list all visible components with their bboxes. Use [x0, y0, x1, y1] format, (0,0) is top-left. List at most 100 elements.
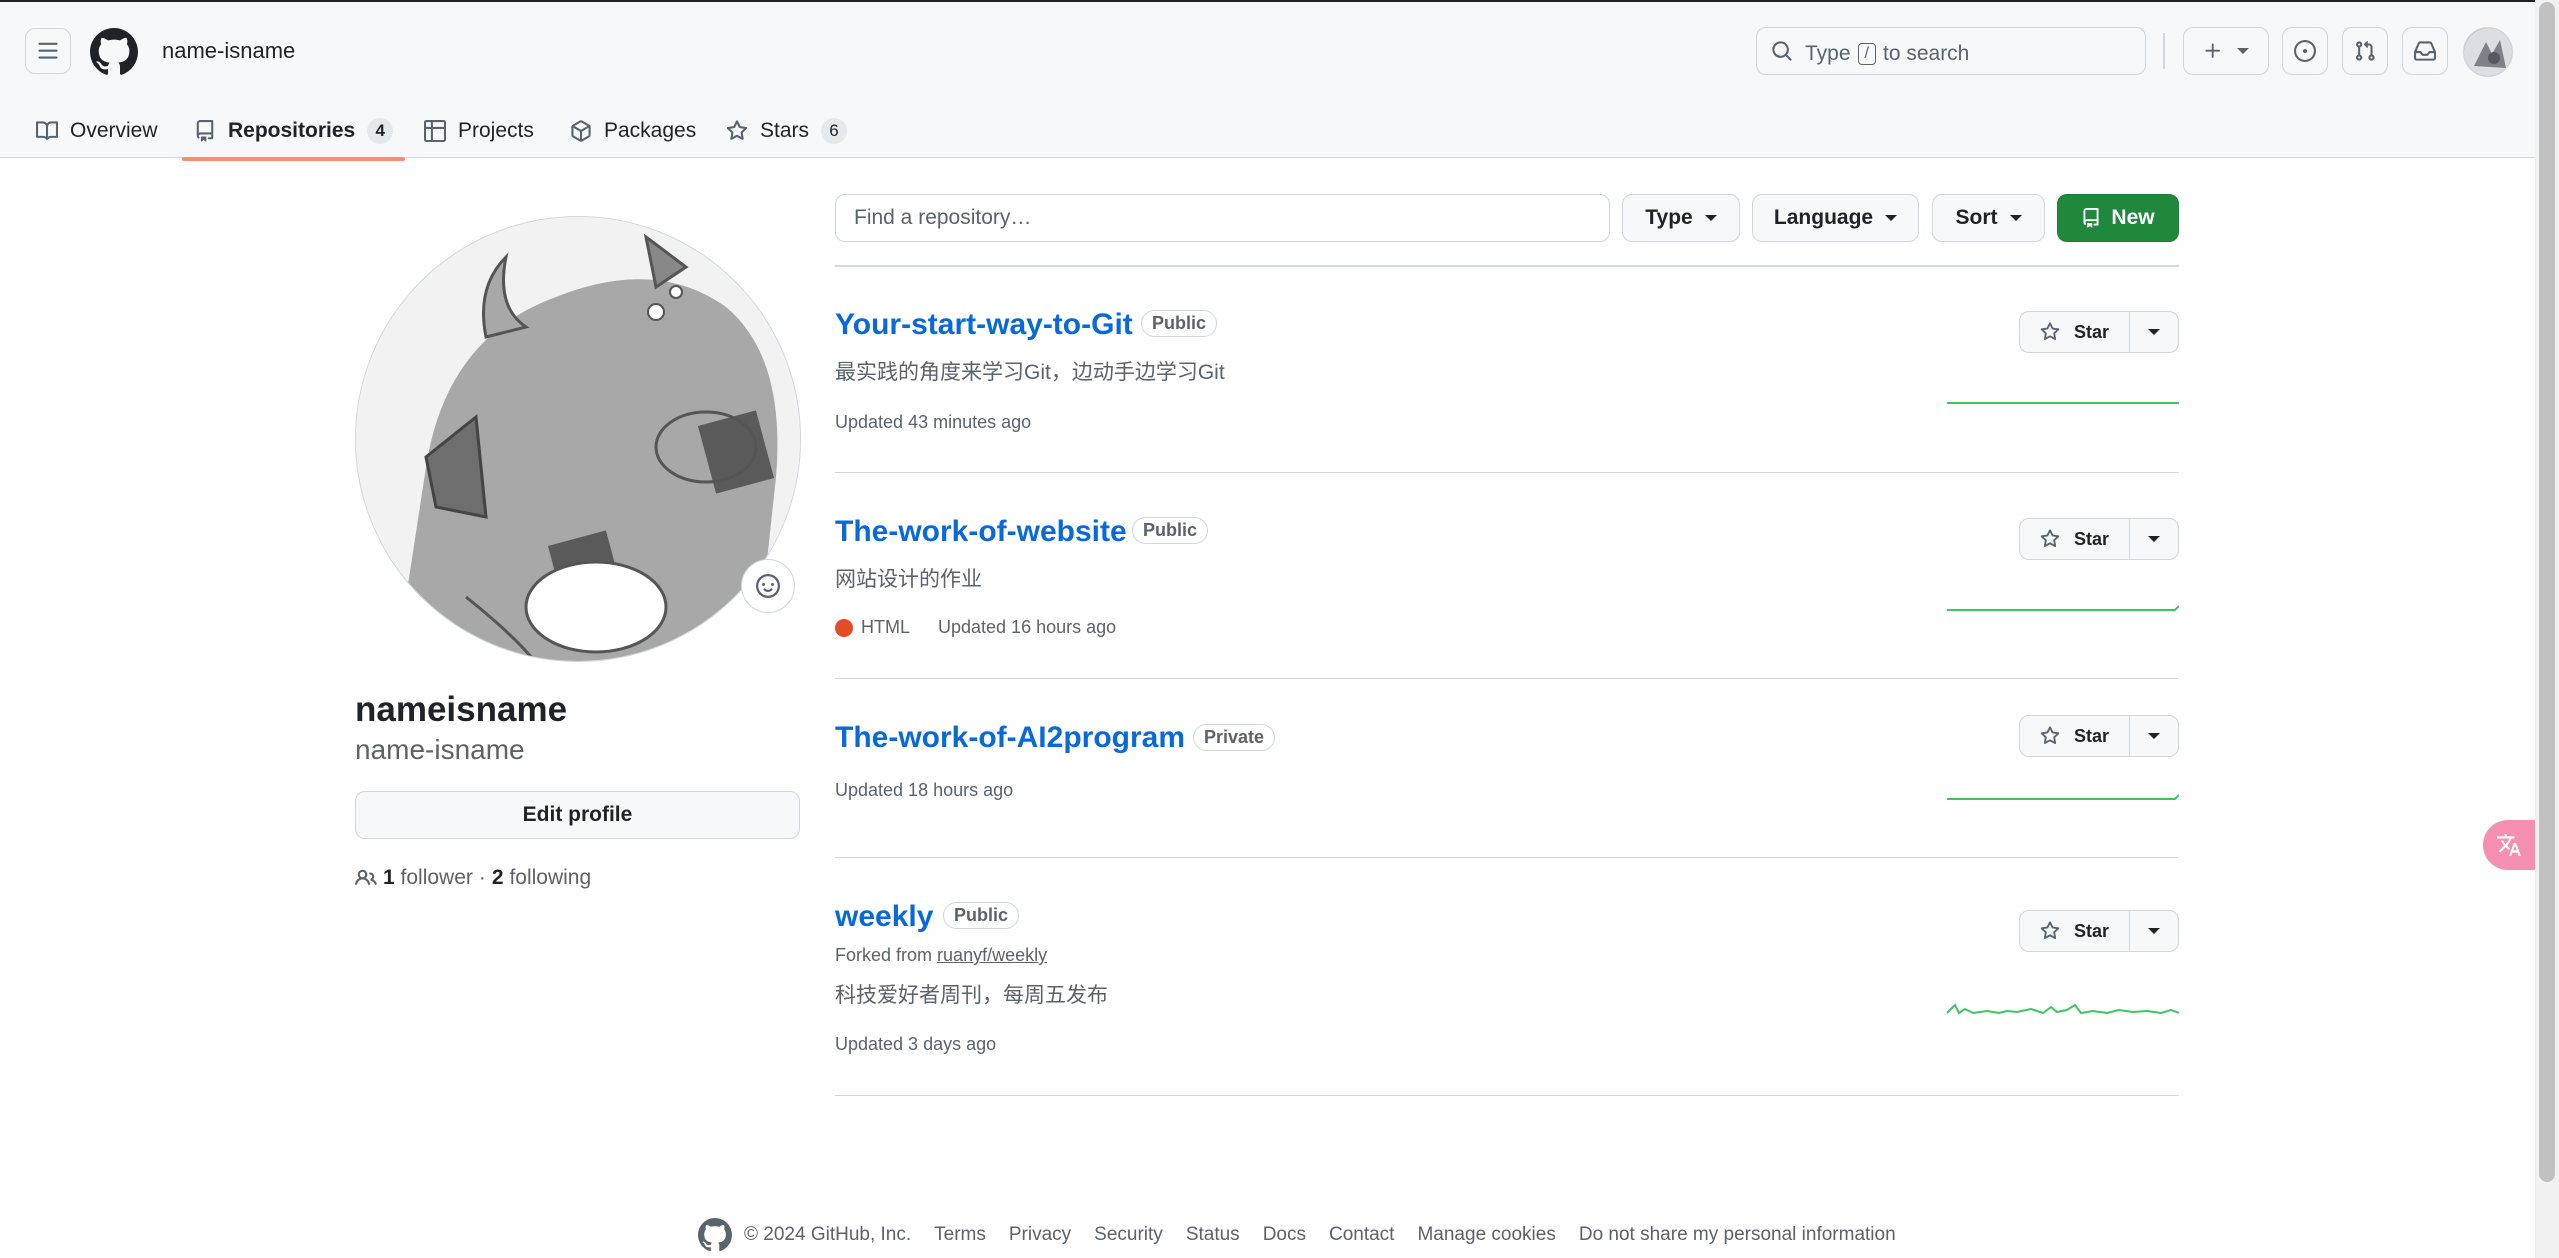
visibility-badge: Private	[1193, 724, 1276, 751]
user-avatar[interactable]	[2463, 27, 2513, 77]
repo-list-item: Your-start-way-to-Git Public 最实践的角度来学习Gi…	[835, 266, 2179, 473]
sort-filter-label: Sort	[1955, 206, 1998, 229]
page-scrollbar[interactable]	[2535, 0, 2559, 1258]
find-repository-input[interactable]: Find a repository…	[835, 194, 1610, 242]
avatar-image-icon	[2464, 28, 2512, 76]
tab-repositories[interactable]: Repositories 4	[182, 102, 406, 161]
github-logo-icon[interactable]	[698, 1218, 732, 1252]
tab-label: Repositories	[228, 119, 356, 142]
tab-label: Packages	[604, 119, 697, 142]
footer-link-status[interactable]: Status	[1186, 1224, 1240, 1246]
repo-meta: Updated 43 minutes ago	[835, 412, 1031, 433]
follow-stats: 1 follower · 2 following	[355, 866, 591, 890]
edit-profile-button[interactable]: Edit profile	[355, 791, 800, 839]
footer-copyright: © 2024 GitHub, Inc.	[698, 1218, 911, 1252]
star-label: Star	[2073, 725, 2109, 746]
repo-name-link[interactable]: The-work-of-website	[835, 515, 1127, 549]
chevron-down-icon	[2148, 733, 2160, 739]
activity-sparkline	[1947, 1003, 2179, 1015]
repo-name-link[interactable]: Your-start-way-to-Git	[835, 308, 1133, 342]
footer-link-privacy[interactable]: Privacy	[1009, 1224, 1071, 1246]
issues-button[interactable]	[2282, 27, 2328, 75]
profile-avatar[interactable]	[355, 216, 801, 662]
repo-description: 网站设计的作业	[835, 568, 982, 591]
repo-icon	[196, 120, 214, 142]
footer-link-do-not-share[interactable]: Do not share my personal information	[1579, 1224, 1896, 1246]
repo-description: 最实践的角度来学习Git，边动手边学习Git	[835, 361, 1225, 384]
followers-count: 1	[383, 866, 395, 889]
inbox-button[interactable]	[2402, 27, 2448, 75]
github-logo-icon[interactable]	[90, 28, 138, 76]
star-button-group: Star	[2019, 715, 2179, 757]
chevron-down-icon	[2148, 928, 2160, 934]
search-suffix: to search	[1882, 42, 1970, 65]
star-list-dropdown[interactable]	[2130, 519, 2178, 559]
star-list-dropdown[interactable]	[2130, 716, 2178, 756]
followers-link[interactable]: 1 follower	[383, 866, 473, 890]
repo-list-item: weekly Public Forked from ruanyf/weekly …	[835, 858, 2179, 1096]
translate-icon	[2497, 834, 2521, 856]
pull-requests-button[interactable]	[2342, 27, 2388, 75]
following-label: following	[509, 866, 592, 889]
forked-from-link[interactable]: ruanyf/weekly	[937, 945, 1047, 965]
repo-meta: Updated 18 hours ago	[835, 780, 1013, 801]
repositories-count-badge: 4	[367, 118, 394, 144]
visibility-badge: Public	[1132, 517, 1209, 544]
tab-overview[interactable]: Overview	[24, 102, 170, 160]
forked-from-note: Forked from ruanyf/weekly	[835, 945, 1047, 966]
star-list-dropdown[interactable]	[2130, 911, 2178, 951]
footer-link-terms[interactable]: Terms	[934, 1224, 986, 1246]
app-header: name-isname Type / to search Overview Re…	[0, 0, 2535, 161]
star-icon	[2040, 726, 2060, 745]
star-icon	[726, 120, 748, 140]
set-status-button[interactable]	[741, 559, 795, 613]
star-label: Star	[2073, 528, 2109, 549]
search-icon	[1772, 41, 1792, 61]
language-filter-button[interactable]: Language	[1752, 194, 1919, 242]
star-button[interactable]: Star	[2020, 312, 2130, 352]
star-button[interactable]: Star	[2020, 911, 2130, 951]
translate-widget-button[interactable]	[2483, 820, 2535, 870]
repo-name-link[interactable]: The-work-of-AI2program	[835, 721, 1185, 755]
star-icon	[2040, 529, 2060, 548]
tab-label: Stars	[760, 119, 810, 142]
repo-updated: Updated 43 minutes ago	[835, 412, 1032, 432]
star-icon	[2040, 322, 2060, 341]
star-button-group: Star	[2019, 518, 2179, 560]
star-list-dropdown[interactable]	[2130, 312, 2178, 352]
new-repository-button[interactable]: New	[2057, 194, 2179, 242]
followers-label: follower	[400, 866, 473, 889]
tab-packages[interactable]: Packages	[558, 102, 708, 160]
footer-link-security[interactable]: Security	[1094, 1224, 1163, 1246]
package-icon	[571, 120, 591, 142]
menu-button[interactable]	[25, 28, 71, 74]
footer-link-manage-cookies[interactable]: Manage cookies	[1417, 1224, 1555, 1246]
forked-prefix: Forked from	[835, 945, 933, 965]
footer-link-docs[interactable]: Docs	[1263, 1224, 1306, 1246]
tab-projects[interactable]: Projects	[412, 102, 546, 160]
tab-stars[interactable]: Stars 6	[714, 102, 859, 160]
repo-icon	[2083, 208, 2099, 228]
git-pull-request-icon	[2356, 40, 2375, 61]
tab-label: Projects	[458, 119, 534, 142]
type-filter-button[interactable]: Type	[1622, 194, 1740, 242]
star-label: Star	[2073, 321, 2109, 342]
star-button[interactable]: Star	[2020, 716, 2130, 756]
smiley-icon	[756, 574, 780, 598]
chevron-down-icon	[2237, 48, 2249, 54]
type-filter-label: Type	[1645, 206, 1693, 229]
repo-name-link[interactable]: weekly	[835, 900, 933, 934]
following-link[interactable]: 2 following	[492, 866, 591, 890]
chevron-down-icon	[2148, 536, 2160, 542]
scrollbar-thumb[interactable]	[2539, 2, 2555, 1182]
star-button[interactable]: Star	[2020, 519, 2130, 559]
activity-sparkline	[1947, 794, 2179, 800]
header-username[interactable]: name-isname	[162, 38, 295, 64]
sort-filter-button[interactable]: Sort	[1932, 194, 2045, 242]
star-button-group: Star	[2019, 311, 2179, 353]
footer-link-contact[interactable]: Contact	[1329, 1224, 1394, 1246]
search-input[interactable]: Type / to search	[1756, 27, 2146, 75]
repo-language: HTML	[835, 617, 910, 638]
create-new-button[interactable]	[2183, 27, 2269, 75]
avatar-illustration-icon	[356, 217, 800, 661]
